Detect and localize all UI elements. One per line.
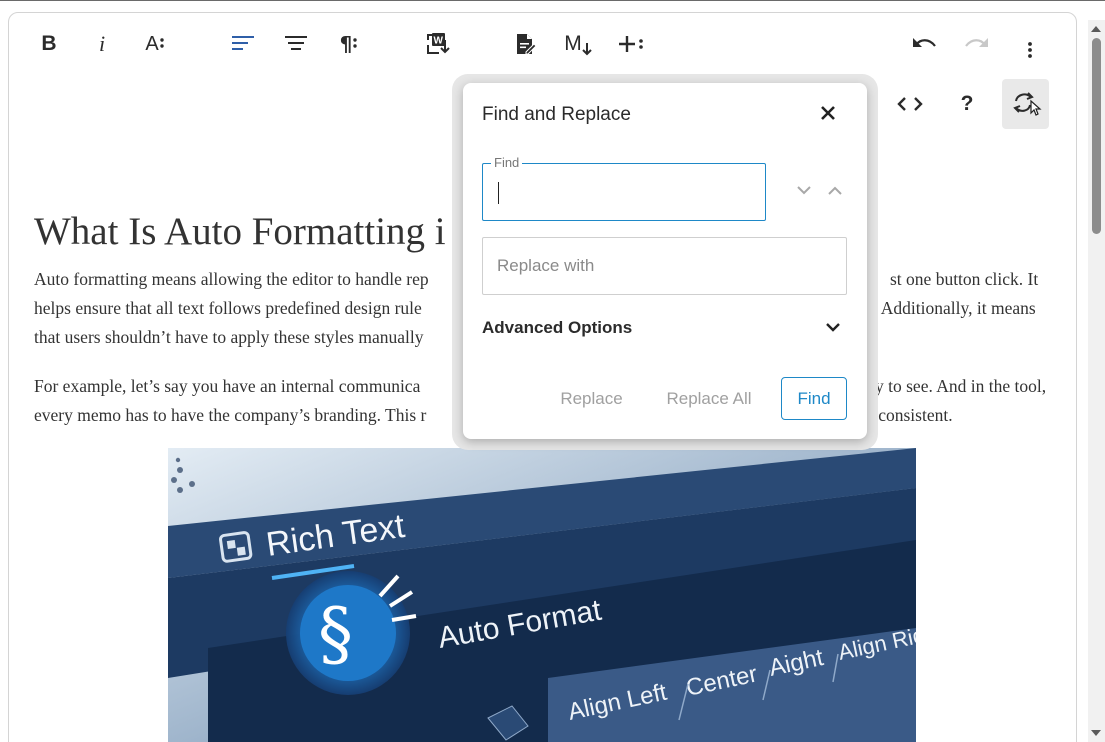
markdown-glyph: M xyxy=(564,32,582,55)
document-heading: What Is Auto Formatting i xyxy=(34,210,446,253)
chevron-down-icon xyxy=(826,322,840,332)
scroll-up-icon[interactable] xyxy=(1091,26,1101,32)
advanced-options-expand[interactable] xyxy=(823,317,843,337)
chevron-up-icon xyxy=(828,186,842,195)
para1-line2-right: . Additionally, it means xyxy=(873,298,1036,318)
close-icon xyxy=(821,106,835,120)
find-input[interactable] xyxy=(497,180,747,204)
text-caret xyxy=(498,182,499,204)
find-replace-button[interactable] xyxy=(1002,79,1049,129)
para1-line1-left: Auto formatting means allowing the edito… xyxy=(34,269,429,289)
advanced-options-toggle[interactable]: Advanced Options xyxy=(482,318,632,338)
article-image[interactable]: Rich Text § Auto Format Align Left Cente… xyxy=(168,448,916,742)
find-button[interactable]: Find xyxy=(781,377,847,420)
paragraph-glyph: ¶ xyxy=(339,32,353,56)
paragraph-format-button[interactable]: ¶ xyxy=(329,24,369,64)
more-vertical-icon xyxy=(1028,42,1032,58)
align-left-icon xyxy=(232,36,254,50)
find-field[interactable]: Find xyxy=(482,155,766,221)
para1-line3-left: that users shouldn’t have to apply these… xyxy=(34,327,424,347)
redo-button[interactable] xyxy=(957,24,997,64)
app-root: B i A ¶ W M ? What Is Auto Formatting i … xyxy=(0,0,1105,742)
help-button[interactable]: ? xyxy=(947,84,987,124)
para2-line2-right: r consistent. xyxy=(868,405,953,425)
align-center-icon xyxy=(285,36,307,50)
align-left-button[interactable] xyxy=(223,24,263,64)
italic-icon: i xyxy=(98,31,106,56)
align-center-button[interactable] xyxy=(276,24,316,64)
find-replace-dialog: Find and Replace Find Advanced Options R… xyxy=(463,83,867,439)
replace-button[interactable]: Replace xyxy=(549,377,634,420)
chevron-down-icon xyxy=(797,185,811,194)
markdown-icon: M xyxy=(564,32,592,56)
italic-button[interactable]: i xyxy=(82,24,122,64)
markdown-button[interactable]: M xyxy=(558,24,598,64)
bold-button[interactable]: B xyxy=(29,24,69,64)
replace-input[interactable] xyxy=(497,254,827,278)
para2-line2-left: every memo has to have the company’s bra… xyxy=(34,405,427,425)
replace-field[interactable] xyxy=(482,237,847,295)
bold-icon: B xyxy=(41,32,57,55)
export-document-button[interactable] xyxy=(505,24,545,64)
scroll-down-icon[interactable] xyxy=(1091,730,1101,736)
find-label: Find xyxy=(491,155,523,170)
code-view-button[interactable] xyxy=(890,84,930,124)
code-view-icon xyxy=(897,97,923,111)
find-replace-icon xyxy=(1012,92,1042,116)
insert-more-icon xyxy=(619,36,643,52)
para1-line2-left: helps ensure that all text follows prede… xyxy=(34,298,422,318)
para2-line1-left: For example, let’s say you have an inter… xyxy=(34,376,421,396)
undo-icon xyxy=(913,38,936,47)
svg-text:W: W xyxy=(434,36,444,47)
paragraph-format-icon: ¶ xyxy=(340,32,359,56)
undo-button[interactable] xyxy=(904,24,944,64)
insert-more-button[interactable] xyxy=(611,24,651,64)
help-icon: ? xyxy=(960,92,974,115)
font-size-glyph: A xyxy=(145,32,159,55)
window-top-border xyxy=(0,0,1105,1)
article-image-graphic: Rich Text § Auto Format Align Left Cente… xyxy=(168,448,916,742)
import-word-icon: W xyxy=(427,33,450,54)
dialog-title: Find and Replace xyxy=(482,104,631,125)
export-document-icon xyxy=(517,34,537,55)
replace-all-button[interactable]: Replace All xyxy=(657,377,761,420)
image-section-glyph: § xyxy=(318,593,353,675)
font-size-button[interactable]: A xyxy=(135,24,175,64)
para2-line1-right: y to see. And in the tool, xyxy=(875,376,1047,396)
more-menu-button[interactable] xyxy=(1010,30,1050,70)
import-word-button[interactable]: W xyxy=(417,24,457,64)
scrollbar-thumb[interactable] xyxy=(1092,38,1101,234)
next-match-button[interactable] xyxy=(793,179,815,201)
redo-icon xyxy=(965,38,988,47)
para1-line1-right: st one button click. It xyxy=(890,269,1039,289)
page-scrollbar[interactable] xyxy=(1088,20,1105,742)
previous-match-button[interactable] xyxy=(824,179,846,201)
font-size-icon: A xyxy=(145,33,164,56)
close-button[interactable] xyxy=(816,101,840,125)
